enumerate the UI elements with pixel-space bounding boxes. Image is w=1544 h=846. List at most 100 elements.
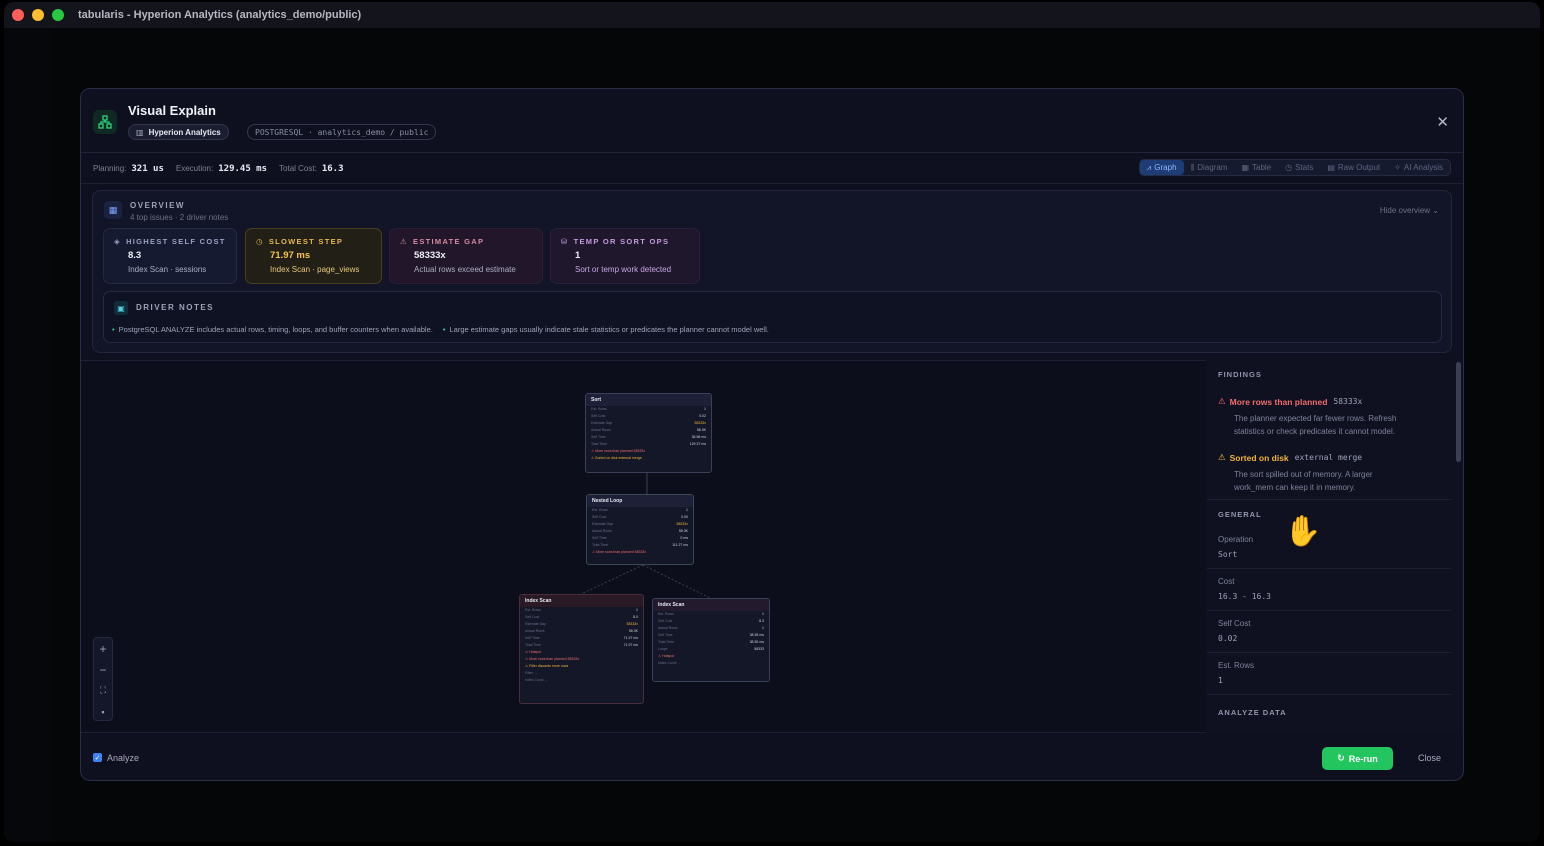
planning-label: Planning: [93, 164, 127, 173]
field-est-rows: Est. Rows 1 [1207, 653, 1451, 695]
tab-label: Graph [1154, 163, 1177, 172]
finding-description: statistics or check predicates it cannot… [1234, 427, 1395, 436]
card-subtitle: Actual rows exceed estimate [414, 265, 516, 274]
sidebar-scrollbar[interactable] [1456, 362, 1461, 462]
modal-footer: ✓ Analyze ↻ Re-run Close [81, 734, 1463, 780]
node-title: Sort [586, 394, 711, 406]
field-label: Self Cost [1218, 619, 1251, 628]
tab-label: Raw Output [1337, 163, 1381, 172]
close-icon[interactable]: ✕ [1436, 113, 1449, 131]
view-tabs: ⩘ Graph ⫼ Diagram ▦ Table ◷ Stats ▤ Raw Outpu… [1138, 159, 1451, 176]
general-title: GENERAL [1218, 510, 1262, 519]
tab-stats[interactable]: ◷ Stats [1278, 160, 1320, 175]
finding-sorted-on-disk: ⚠ Sorted on disk external merge The sort s… [1218, 452, 1436, 494]
minimize-window-button[interactable] [32, 9, 44, 21]
analyze-data-title: ANALYZE DATA [1218, 708, 1287, 717]
warning-icon: ⚠ [1218, 452, 1226, 462]
card-subtitle: Sort or temp work detected [575, 265, 672, 274]
hide-overview-button[interactable]: Hide overview ⌄ [1380, 206, 1439, 215]
tab-graph[interactable]: ⩘ Graph [1139, 160, 1184, 175]
database-icon: ⛁ [561, 237, 569, 246]
modal-header: Visual Explain ▥ Hyperion Analytics POST… [81, 89, 1463, 153]
fit-view-button[interactable]: ⛶ [94, 680, 112, 701]
tab-ai-analysis[interactable]: ✧ AI Analysis [1387, 160, 1450, 175]
warning-icon: ⚠ [400, 237, 409, 246]
tab-raw-output[interactable]: ▤ Raw Output [1320, 160, 1387, 175]
field-self-cost: Self Cost 0.02 [1207, 611, 1451, 653]
card-subtitle: Index Scan · sessions [128, 265, 207, 274]
field-label: Operation [1218, 535, 1254, 544]
execution-value: 129.45 ms [218, 163, 268, 174]
hide-overview-label: Hide overview [1379, 206, 1431, 215]
visual-explain-modal: Visual Explain ▥ Hyperion Analytics POST… [80, 88, 1464, 781]
card-value: 71.97 ms [270, 250, 311, 261]
close-window-button[interactable] [12, 9, 24, 21]
tab-table[interactable]: ▦ Table [1234, 160, 1278, 175]
card-highest-self-cost: ◈ HIGHEST SELF COST 8.3 Index Scan · sess… [103, 228, 237, 284]
analyze-checkbox[interactable]: ✓ [93, 753, 102, 762]
findings-title: FINDINGS [1218, 370, 1262, 379]
field-operation: Operation Sort [1207, 527, 1451, 569]
node-title: Index Scan [520, 595, 643, 607]
tab-label: Table [1252, 163, 1272, 172]
total-cost-value: 16.3 [321, 163, 344, 174]
card-slowest-step: ◷ SLOWEST STEP 71.97 ms Index Scan · page… [245, 228, 382, 284]
finding-badge: 58333x [1333, 397, 1363, 406]
details-sidebar: FINDINGS ⚠ More rows than planned 58333x T… [1207, 360, 1463, 733]
zoom-controls: + − ⛶ ▪ [93, 637, 113, 721]
connection-name: Hyperion Analytics [148, 127, 221, 137]
card-temp-sort-ops: ⛁ TEMP OR SORT OPS 1 Sort or temp work de… [550, 228, 700, 284]
node-title: Nested Loop [587, 495, 693, 507]
analyze-label[interactable]: Analyze [107, 753, 139, 763]
modal-title: Visual Explain [128, 103, 216, 118]
card-title: SLOWEST STEP [268, 237, 344, 246]
context-badge: POSTGRESQL · analytics_demo / public [247, 124, 437, 140]
grid-icon: ▦ [104, 201, 122, 219]
node-sort[interactable]: Sort Est. Rows 1 Self Cost 0.02 Estimate G… [585, 393, 712, 473]
zoom-in-button[interactable]: + [94, 638, 112, 659]
refresh-icon: ↻ [1337, 753, 1345, 763]
card-value: 1 [575, 250, 581, 261]
finding-description: work_mem can keep it in memory. [1234, 483, 1356, 492]
window-title: tabularis - Hyperion Analytics (analytic… [78, 9, 362, 21]
field-cost: Cost 16.3 - 16.3 [1207, 569, 1451, 611]
zoom-out-button[interactable]: − [94, 659, 112, 680]
explain-graph-icon [93, 110, 117, 134]
rerun-button[interactable]: ↻ Re-run [1322, 747, 1393, 770]
field-label: Est. Rows [1218, 661, 1255, 670]
lock-icon[interactable]: ▪ [94, 701, 112, 722]
graph-icon: ⩘ [1146, 162, 1152, 172]
node-index-scan-page-views[interactable]: Index Scan Est. Rows 1 Self Cost 8.0 Estim… [519, 594, 644, 704]
plan-graph-canvas[interactable]: Sort Est. Rows 1 Self Cost 0.02 Estimate G… [81, 360, 1206, 733]
total-cost-label: Total Cost: [279, 164, 317, 173]
card-value: 8.3 [128, 250, 142, 261]
finding-description: The sort spilled out of memory. A larger [1234, 470, 1373, 479]
driver-notes-list: PostgreSQL ANALYZE includes actual rows,… [112, 325, 769, 334]
chevron-down-icon: ⌄ [1432, 206, 1439, 215]
title-bar: tabularis - Hyperion Analytics (analytic… [4, 2, 1540, 28]
hand-cursor-icon: ✋ [1284, 515, 1322, 548]
finding-description: The planner expected far fewer rows. Ref… [1234, 414, 1397, 423]
tab-diagram[interactable]: ⫼ Diagram [1184, 160, 1235, 175]
close-button[interactable]: Close [1418, 753, 1441, 763]
app-window: tabularis - Hyperion Analytics (analytic… [4, 2, 1540, 842]
field-value: Sort [1218, 550, 1238, 559]
overview-title: OVERVIEW [130, 201, 185, 210]
field-value: 1 [1218, 676, 1223, 685]
card-title: ESTIMATE GAP [413, 237, 485, 246]
field-value: 16.3 - 16.3 [1218, 592, 1271, 601]
overview-subtitle: 4 top issues · 2 driver notes [130, 213, 229, 222]
rerun-label: Re-run [1348, 753, 1378, 764]
tab-label: AI Analysis [1403, 163, 1443, 172]
clock-icon: ◷ [256, 237, 264, 246]
table-icon: ▦ [1241, 163, 1249, 172]
driver-note: PostgreSQL ANALYZE includes actual rows,… [112, 325, 433, 334]
diagram-icon: ⫼ [1190, 162, 1195, 172]
node-index-scan-sessions[interactable]: Index Scan Est. Rows 1 Self Cost 8.3 Actua… [652, 598, 770, 682]
clock-icon: ◷ [1285, 163, 1293, 172]
card-estimate-gap: ⚠ ESTIMATE GAP 58333x Actual rows exceed … [389, 228, 543, 284]
driver-note: Large estimate gaps usually indicate sta… [443, 325, 768, 334]
maximize-window-button[interactable] [52, 9, 64, 21]
node-nested-loop[interactable]: Nested Loop Est. Rows 1 Self Cost 0.00 Est… [586, 494, 694, 565]
card-title: HIGHEST SELF COST [126, 237, 226, 246]
